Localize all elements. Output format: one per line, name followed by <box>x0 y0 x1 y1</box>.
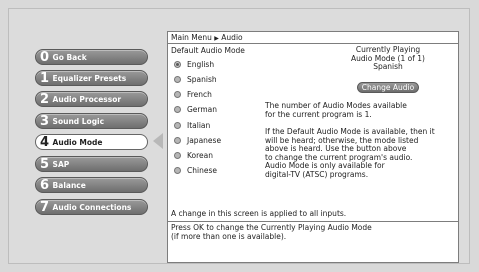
audio-option-label: German <box>187 104 218 114</box>
menu-item-balance[interactable]: 6 Balance <box>35 177 148 193</box>
currently-playing: Currently Playing Audio Mode (1 of 1) Sp… <box>318 45 458 72</box>
menu-item-label: Sound Logic <box>52 116 105 126</box>
audio-option-korean[interactable]: Korean <box>174 150 213 160</box>
audio-option-german[interactable]: German <box>174 104 217 114</box>
instruction-line: (if more than one is available). <box>171 231 287 241</box>
selection-pointer <box>153 133 163 149</box>
menu-item-number: 6 <box>40 177 49 193</box>
menu-item-label: Audio Processor <box>52 94 122 104</box>
audio-mode-count-info: The number of Audio Modes available for … <box>265 101 457 119</box>
menu-item-equalizer-presets[interactable]: 1 Equalizer Presets <box>35 70 148 86</box>
radio-selected-icon <box>174 60 181 68</box>
audio-option-label: Spanish <box>187 74 217 84</box>
breadcrumb-current: Audio <box>221 33 243 42</box>
breadcrumb: Main Menu ▶ Audio <box>168 32 458 44</box>
currently-playing-value: Spanish <box>373 62 403 71</box>
ok-instruction: Press OK to change the Currently Playing… <box>171 223 457 241</box>
breadcrumb-separator-icon: ▶ <box>214 35 219 42</box>
audio-option-chinese[interactable]: Chinese <box>174 165 217 175</box>
info-line: for the current program is 1. <box>265 109 372 119</box>
audio-option-label: French <box>187 89 212 99</box>
all-inputs-note: A change in this screen is applied to al… <box>168 205 458 222</box>
audio-option-english[interactable]: English <box>174 59 214 69</box>
radio-icon <box>174 166 181 174</box>
radio-icon <box>174 151 181 159</box>
default-audio-mode-label: Default Audio Mode <box>171 46 245 55</box>
panel-body: Default Audio Mode English Spanish Frenc… <box>168 44 458 205</box>
audio-option-spanish[interactable]: Spanish <box>174 74 217 84</box>
menu-item-audio-mode[interactable]: 4 Audio Mode <box>35 134 148 150</box>
menu-item-audio-connections[interactable]: 7 Audio Connections <box>35 199 148 215</box>
menu-item-sound-logic[interactable]: 3 Sound Logic <box>35 113 148 129</box>
menu-item-audio-processor[interactable]: 2 Audio Processor <box>35 91 148 107</box>
audio-option-label: Korean <box>187 150 214 160</box>
menu-item-label: Go Back <box>52 52 87 62</box>
menu-item-number: 7 <box>40 199 49 215</box>
menu-item-number: 3 <box>40 113 49 129</box>
menu-item-number: 4 <box>40 134 49 150</box>
menu-item-label: Balance <box>52 180 86 190</box>
radio-icon <box>174 75 181 83</box>
info-line: digital-TV (ATSC) programs. <box>265 169 369 179</box>
menu-item-number: 5 <box>40 156 49 172</box>
breadcrumb-root: Main Menu <box>171 33 212 42</box>
audio-option-label: English <box>187 59 215 69</box>
audio-option-french[interactable]: French <box>174 89 212 99</box>
menu-item-label: Audio Connections <box>52 202 132 212</box>
audio-option-label: Japanese <box>187 135 222 145</box>
menu-item-number: 1 <box>40 70 49 86</box>
menu-item-label: Audio Mode <box>52 137 103 147</box>
audio-mode-panel: Main Menu ▶ Audio Default Audio Mode Eng… <box>167 31 459 263</box>
menu-item-go-back[interactable]: 0 Go Back <box>35 49 148 65</box>
radio-icon <box>174 121 181 129</box>
menu-item-number: 2 <box>40 91 49 107</box>
audio-mode-help-info: If the Default Audio Mode is available, … <box>265 127 457 179</box>
audio-option-italian[interactable]: Italian <box>174 120 210 130</box>
radio-icon <box>174 90 181 98</box>
menu-item-number: 0 <box>40 49 49 65</box>
radio-icon <box>174 105 181 113</box>
change-audio-button[interactable]: Change Audio <box>357 82 419 93</box>
menu-item-label: Equalizer Presets <box>52 73 127 83</box>
audio-option-label: Italian <box>187 120 211 130</box>
menu-item-label: SAP <box>52 159 70 169</box>
audio-option-label: Chinese <box>187 165 217 175</box>
audio-option-japanese[interactable]: Japanese <box>174 135 221 145</box>
radio-icon <box>174 136 181 144</box>
menu-item-sap[interactable]: 5 SAP <box>35 156 148 172</box>
